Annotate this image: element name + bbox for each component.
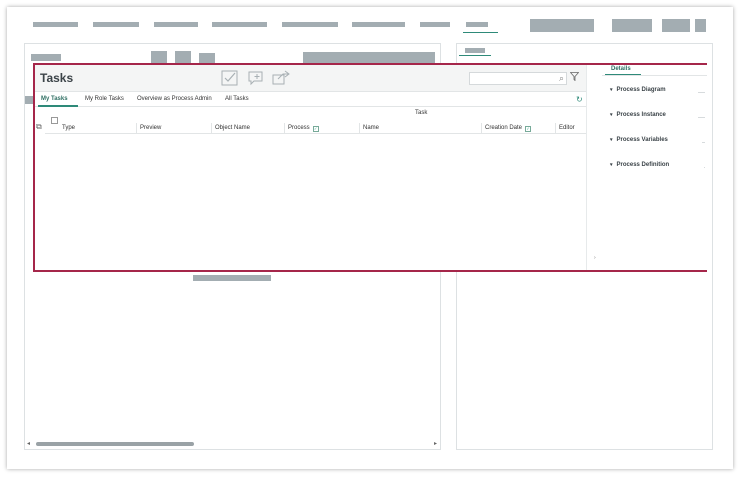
section-label: Process Variables [616,137,668,143]
column-creation-date[interactable]: Creation Date ✓ [481,123,555,134]
column-object-name[interactable]: Object Name [211,123,284,134]
section-process-instance[interactable]: ▾ Process Instance [610,112,705,122]
search-input[interactable]: ⌕ [469,72,567,85]
section-label: Process Definition [616,162,670,168]
tab-overview-process-admin[interactable]: Overview as Process Admin [137,96,212,102]
header-button-placeholder[interactable] [612,19,652,32]
caret-down-icon: ▾ [610,87,613,93]
nav-item-placeholder[interactable] [212,22,267,27]
toolbar-icon-placeholder[interactable] [151,51,167,63]
forward-icon[interactable] [272,70,290,86]
section-label: Process Instance [616,112,666,118]
divider [702,142,705,143]
tab-my-tasks[interactable]: My Tasks [41,96,68,102]
nav-item-placeholder[interactable] [282,22,338,27]
tab-details[interactable]: Details [611,66,631,72]
section-process-diagram[interactable]: ▾ Process Diagram [610,87,705,97]
header-button-placeholder[interactable] [530,19,594,32]
complete-task-icon[interactable] [221,70,239,86]
column-group-label: Task [415,110,428,116]
column-process[interactable]: Process ✓ [284,123,359,134]
header-button-placeholder[interactable] [695,19,706,32]
page-title: Tasks [40,71,74,85]
sort-icon[interactable]: ✓ [525,126,532,132]
active-tab-underline [38,105,78,107]
comment-icon[interactable] [247,70,265,86]
filter-icon[interactable] [569,72,580,84]
collapse-arrow-icon[interactable]: › [594,255,596,261]
table-header: Type Preview Object Name Process ✓ Name C… [45,123,586,134]
caret-down-icon: ▾ [610,162,613,168]
nav-item-placeholder[interactable] [93,22,139,27]
tab-all-tasks[interactable]: All Tasks [225,96,249,102]
scroll-thumb[interactable] [36,442,194,446]
section-process-definition[interactable]: ▾ Process Definition [610,162,705,172]
toolbar-icon-placeholder[interactable] [175,51,191,63]
column-label: Type [62,125,76,131]
nav-item-placeholder[interactable] [420,22,450,27]
refresh-icon[interactable]: ↻ [576,95,583,104]
panel-tab-placeholder[interactable] [465,48,485,53]
column-editor[interactable]: Editor [555,123,586,134]
divider [698,92,705,93]
panel-tab-underline [459,55,491,56]
tab-my-role-tasks[interactable]: My Role Tasks [85,96,124,102]
column-label: Process [288,125,310,131]
header-button-placeholder[interactable] [662,19,690,32]
column-label: Creation Date [485,125,523,131]
task-tabs: My Tasks My Role Tasks Overview as Proce… [35,93,586,107]
nav-item-placeholder[interactable] [154,22,198,27]
tasks-widget: Tasks ⌕ My Tasks My Role Tasks Overview … [33,63,707,272]
panel-divider[interactable] [586,65,587,270]
tasks-header: Tasks ⌕ [35,65,586,92]
horizontal-scrollbar[interactable]: ◂ ▸ [26,440,438,448]
column-name[interactable]: Name [359,123,481,134]
divider [704,167,705,168]
divider [698,117,705,118]
expand-columns-icon[interactable]: ⧉ [36,122,42,132]
section-label: Process Diagram [616,87,666,93]
column-label: Editor [559,125,575,131]
column-group-header: Task [35,108,586,119]
scroll-right-icon[interactable]: ▸ [434,440,437,448]
panel-title-placeholder [31,54,61,61]
divider [602,75,707,76]
toolbar-icon-placeholder[interactable] [199,53,215,63]
nav-item-placeholder[interactable] [352,22,405,27]
column-label: Object Name [215,125,251,131]
caret-down-icon: ▾ [610,112,613,118]
column-type[interactable]: Type [59,123,146,134]
column-label: Name [363,125,380,131]
scroll-left-icon[interactable]: ◂ [27,440,30,448]
caret-down-icon: ▾ [610,137,613,143]
nav-item-placeholder[interactable] [33,22,78,27]
sort-icon[interactable]: ✓ [312,126,319,132]
nav-item-placeholder-active[interactable] [466,22,488,27]
column-preview[interactable]: Preview [136,123,211,134]
loading-bar-placeholder [193,275,271,281]
details-panel: Details ▾ Process Diagram ▾ Process Instan… [602,65,707,270]
column-label: Preview [140,125,162,131]
section-process-variables[interactable]: ▾ Process Variables [610,137,705,147]
nav-active-underline [463,32,498,33]
search-icon[interactable]: ⌕ [559,73,564,84]
